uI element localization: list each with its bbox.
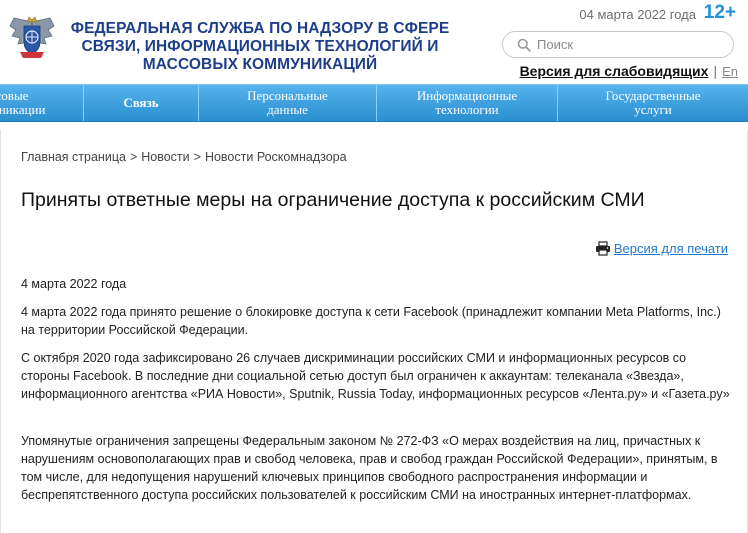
nav-item-personal-data[interactable]: Персональные данные — [199, 85, 377, 121]
breadcrumb-home-link[interactable]: Главная страница — [21, 150, 126, 164]
nav-item-label: ассовыемуникации — [0, 88, 46, 117]
nav-item-label: Персональные данные — [247, 88, 328, 117]
main-navbar: ассовыемуникации Связь Персональныеданны… — [0, 84, 748, 122]
article-paragraph: С октября 2020 года зафиксировано 26 слу… — [21, 351, 730, 401]
nav-item-mass-communications[interactable]: ассовыемуникации — [0, 85, 84, 121]
main-content: Главная страница > Новости > Новости Роскомн… — [0, 130, 748, 533]
site-header: ФЕДЕРАЛЬНАЯ СЛУЖБА ПО НАДЗОРУ В СФЕРЕ СВ… — [0, 0, 748, 84]
article-date: 4 марта 2022 года — [21, 277, 127, 291]
nav-item-label: Связь — [123, 95, 159, 110]
accessibility-row: Версия для слабовидящих | En — [520, 63, 738, 79]
search-box[interactable] — [502, 31, 734, 58]
nav-item-label: Информационные технологии — [416, 88, 518, 117]
print-version-link[interactable]: Версия для печати — [614, 241, 728, 256]
search-input[interactable] — [537, 37, 717, 52]
header-date: 04 марта 2022 года — [579, 7, 696, 22]
article-paragraph: Упомянутые ограничения запрещены Федерал… — [21, 434, 718, 502]
language-en-link[interactable]: En — [722, 64, 738, 79]
article-title: Приняты ответные меры на ограничение дос… — [21, 189, 645, 211]
search-icon[interactable] — [513, 34, 535, 56]
organization-title[interactable]: ФЕДЕРАЛЬНАЯ СЛУЖБА ПО НАДЗОРУ В СФЕРЕ СВ… — [70, 20, 450, 74]
printer-icon[interactable] — [595, 241, 611, 256]
breadcrumb-rkn-news-link[interactable]: Новости Роскомнадзора — [205, 150, 347, 164]
nav-item-public-services[interactable]: Государственные услуги — [558, 85, 748, 121]
nav-item-label: Государственные услуги — [605, 88, 701, 117]
age-rating-badge: 12+ — [703, 2, 736, 23]
nav-item-communications[interactable]: Связь — [84, 85, 199, 121]
breadcrumb-separator: > — [193, 150, 201, 164]
lang-separator: | — [713, 63, 718, 79]
print-version[interactable]: Версия для печати — [595, 241, 728, 256]
breadcrumb-news-link[interactable]: Новости — [141, 150, 189, 164]
nav-item-information-technologies[interactable]: Информационные технологии — [377, 85, 558, 121]
low-vision-version-link[interactable]: Версия для слабовидящих — [520, 63, 709, 79]
breadcrumb: Главная страница > Новости > Новости Роскомн… — [21, 150, 347, 164]
emblem-icon[interactable] — [6, 12, 58, 60]
article-paragraph: 4 марта 2022 года принято решение о блок… — [21, 305, 721, 337]
breadcrumb-separator: > — [129, 150, 138, 164]
